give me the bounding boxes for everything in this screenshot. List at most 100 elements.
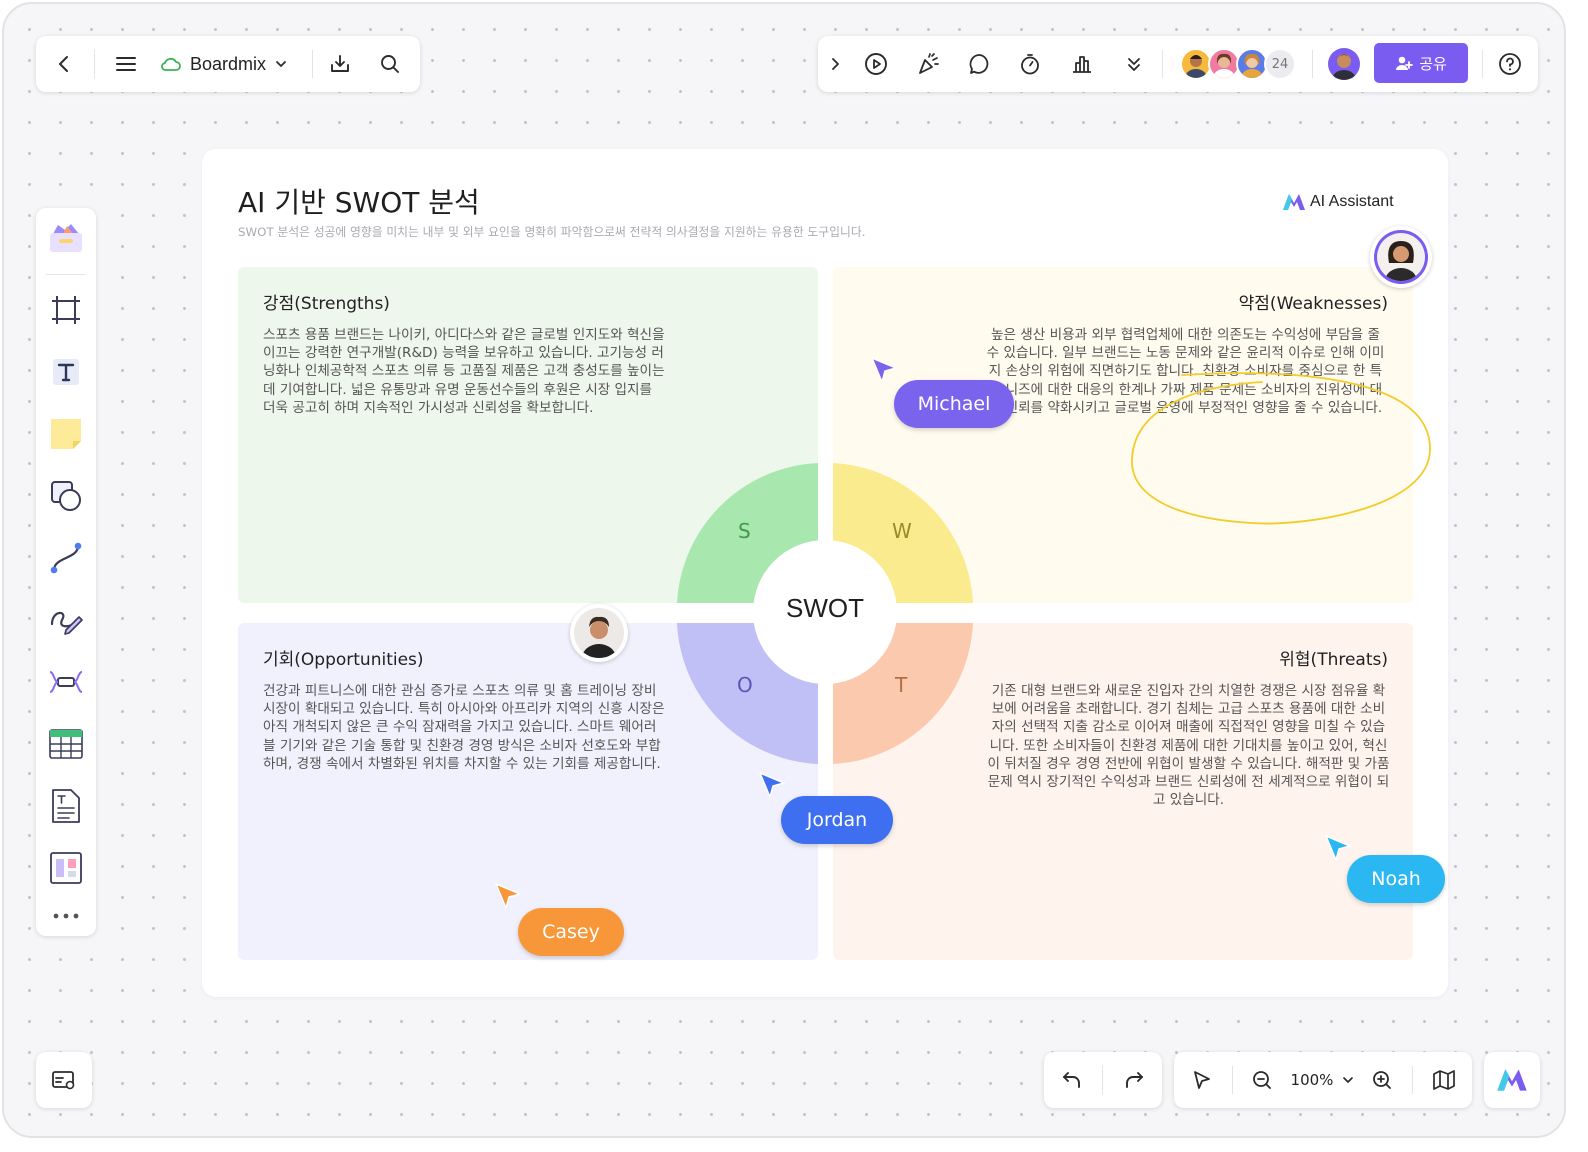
double-chevron-down-icon	[1128, 58, 1140, 71]
zoom-toolbar: 100%	[1174, 1052, 1472, 1108]
sticky-note-tool[interactable]	[46, 414, 86, 454]
canvas-frame: Boardmix 24 공유 AI 기반 SWOT 분석 SWOT 분석은 성공…	[2, 2, 1566, 1138]
pen-tool[interactable]	[46, 600, 86, 640]
workspace-name: Boardmix	[190, 53, 267, 74]
undo-button[interactable]	[1058, 1066, 1086, 1094]
chevron-right-icon	[832, 58, 839, 70]
pen-icon	[50, 611, 83, 635]
play-icon	[865, 53, 887, 75]
text-icon	[53, 359, 79, 385]
select-tool-button[interactable]	[1188, 1066, 1216, 1094]
top-left-toolbar: Boardmix	[36, 36, 420, 92]
chevron-left-icon	[59, 56, 68, 72]
bar-chart-icon	[1073, 56, 1091, 73]
frame-tool[interactable]	[46, 290, 86, 330]
casey-cursor-icon	[495, 883, 521, 909]
noah-cursor-label: Noah	[1347, 855, 1445, 903]
undo-icon	[1063, 1072, 1080, 1088]
connector-icon	[50, 542, 82, 574]
templates-icon	[50, 224, 82, 252]
s-letter: S	[738, 519, 751, 543]
map-button[interactable]	[1430, 1066, 1458, 1094]
layout-icon	[50, 852, 82, 884]
celebrate-button[interactable]	[914, 50, 942, 78]
hamburger-menu-icon	[116, 57, 136, 71]
weakness-annotation-ellipse	[1131, 372, 1431, 525]
party-popper-icon	[919, 53, 939, 74]
table-tool[interactable]	[46, 724, 86, 764]
chevron-down-icon	[276, 61, 286, 67]
download-button[interactable]	[326, 50, 354, 78]
card-settings-icon	[52, 1071, 75, 1090]
share-button[interactable]: 공유	[1374, 43, 1468, 83]
weakness-collaborator-avatar[interactable]	[1370, 226, 1432, 288]
text-tool[interactable]	[46, 352, 86, 392]
search-button[interactable]	[376, 50, 404, 78]
add-user-icon	[1396, 56, 1414, 70]
shape-tool[interactable]	[46, 476, 86, 516]
mindmap-tool[interactable]	[46, 662, 86, 702]
shape-icon	[51, 481, 81, 511]
redo-icon	[1126, 1072, 1143, 1088]
current-user-avatar[interactable]	[1328, 48, 1360, 80]
templates-tool[interactable]	[46, 218, 86, 258]
michael-cursor-icon	[871, 357, 897, 383]
swot-board[interactable]: AI 기반 SWOT 분석 SWOT 분석은 성공에 영향을 미치는 내부 및 …	[202, 149, 1448, 997]
menu-button[interactable]	[112, 50, 140, 78]
jordan-cursor-label: Jordan	[781, 796, 893, 844]
map-icon	[1433, 1070, 1455, 1090]
minimap-button[interactable]	[48, 1064, 80, 1096]
zoom-level-select[interactable]: 100%	[1286, 1066, 1360, 1094]
ai-assistant-panel	[1484, 1052, 1540, 1108]
expand-toolbar-button[interactable]	[824, 50, 846, 78]
frame-icon	[52, 296, 80, 324]
bottom-left-panel	[36, 1052, 92, 1108]
help-button[interactable]	[1496, 50, 1524, 78]
timer-icon	[1021, 54, 1039, 75]
jordan-cursor-icon	[759, 772, 785, 798]
back-button[interactable]	[50, 50, 78, 78]
document-tool[interactable]	[46, 786, 86, 826]
vote-button[interactable]	[1068, 50, 1096, 78]
casey-cursor-label: Casey	[518, 908, 624, 956]
michael-cursor-label: Michael	[894, 380, 1014, 428]
search-icon	[381, 55, 399, 73]
layout-tool[interactable]	[46, 848, 86, 888]
zoom-in-icon	[1373, 1071, 1391, 1089]
ai-logo-icon	[1497, 1069, 1527, 1091]
more-tools-button[interactable]	[1120, 50, 1148, 78]
chevron-down-icon	[1343, 1077, 1354, 1083]
share-label: 공유	[1419, 54, 1447, 73]
table-icon	[49, 729, 83, 759]
pointer-icon	[1194, 1071, 1210, 1089]
noah-cursor-icon	[1325, 835, 1351, 861]
download-icon	[331, 55, 349, 72]
top-right-toolbar: 24 공유	[818, 36, 1538, 92]
left-toolbar	[36, 208, 96, 936]
ai-assistant-button[interactable]	[1494, 1064, 1530, 1096]
present-button[interactable]	[862, 50, 890, 78]
comment-button[interactable]	[966, 50, 994, 78]
collaborator-count-badge: 24	[1264, 48, 1296, 80]
zoom-in-button[interactable]	[1368, 1066, 1396, 1094]
swot-center-label: SWOT	[786, 593, 864, 623]
opportunity-collaborator-avatar[interactable]	[570, 604, 628, 662]
connector-tool[interactable]	[46, 538, 86, 578]
comment-icon	[969, 54, 989, 74]
collaborator-avatars[interactable]: 24	[1180, 48, 1300, 80]
redo-button[interactable]	[1120, 1066, 1148, 1094]
help-icon	[1499, 53, 1521, 75]
zoom-out-button[interactable]	[1248, 1066, 1276, 1094]
more-tools-left-button[interactable]	[46, 904, 86, 928]
t-letter: T	[895, 673, 908, 697]
w-letter: W	[892, 519, 912, 543]
timer-button[interactable]	[1016, 50, 1044, 78]
history-toolbar	[1044, 1052, 1162, 1108]
workspace-selector[interactable]: Boardmix	[160, 50, 300, 78]
cloud-sync-icon	[161, 57, 181, 71]
o-letter: O	[737, 673, 753, 697]
more-horizontal-icon	[53, 913, 79, 919]
zoom-out-icon	[1253, 1071, 1271, 1089]
sticky-note-icon	[51, 419, 81, 449]
document-icon	[52, 789, 80, 823]
